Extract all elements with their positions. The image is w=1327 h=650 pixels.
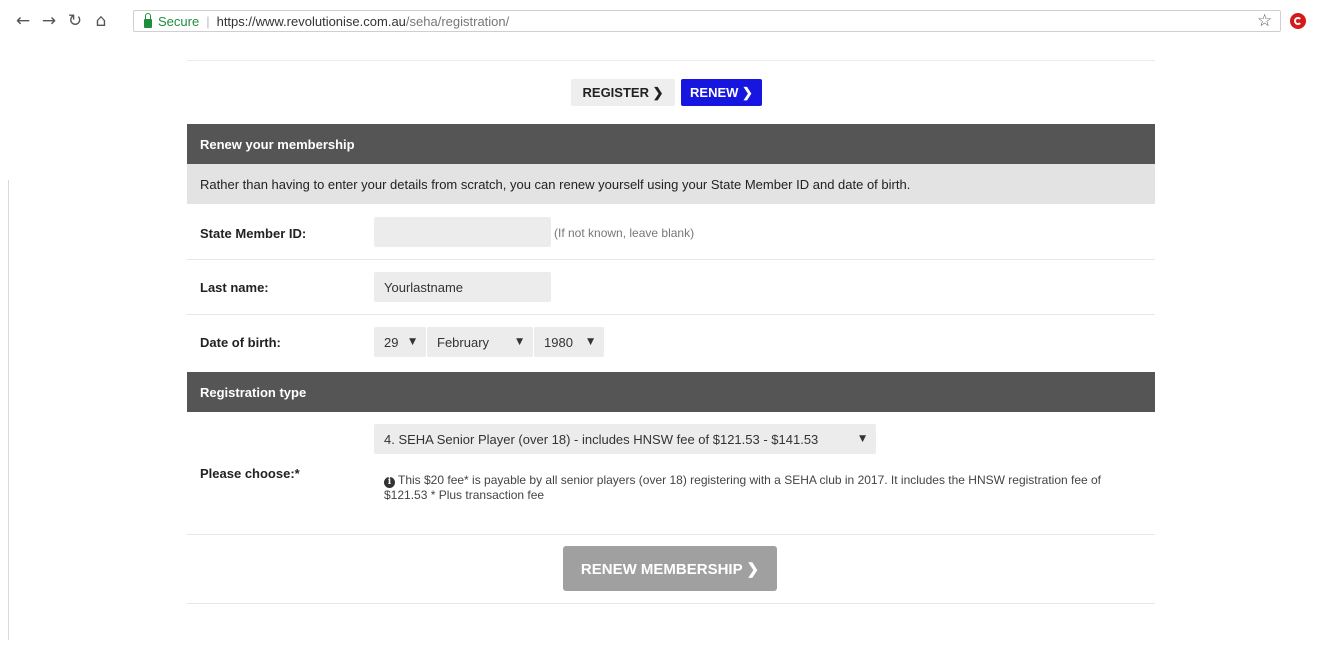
dropdown-arrow-icon: ▼ (409, 337, 416, 347)
dropdown-arrow-icon: ▼ (587, 337, 594, 347)
home-icon[interactable]: ⌂ (90, 10, 112, 32)
extension-icon[interactable] (1290, 13, 1306, 29)
dropdown-arrow-icon: ▼ (859, 434, 866, 444)
renew-section-header: Renew your membership (187, 124, 1155, 164)
register-button[interactable]: REGISTER ❯ (571, 79, 675, 106)
page-left-border (8, 180, 9, 640)
reload-icon[interactable]: ↻ (64, 10, 86, 32)
dob-label: Date of birth: (200, 335, 281, 350)
address-bar[interactable]: Secure | https://www.revolutionise.com.a… (133, 10, 1281, 32)
registration-type-value: 4. SEHA Senior Player (over 18) - includ… (384, 431, 819, 447)
url-separator: | (206, 13, 210, 29)
renew-button[interactable]: RENEW ❯ (681, 79, 762, 106)
dob-year-value: 1980 (544, 334, 573, 350)
secure-label: Secure (158, 13, 200, 29)
forward-icon[interactable]: → (38, 10, 60, 32)
dob-day-select[interactable]: 29 ▼ (374, 327, 426, 357)
url-path: /seha/registration/ (405, 13, 510, 29)
bottom-divider (187, 603, 1155, 604)
top-divider (187, 60, 1155, 61)
dob-day-value: 29 (384, 334, 399, 350)
dob-month-value: February (437, 334, 490, 350)
registration-note: i This $20 fee* is payable by all senior … (384, 473, 1104, 503)
renew-intro-text: Rather than having to enter your details… (187, 164, 1155, 204)
dob-month-select[interactable]: February ▼ (427, 327, 533, 357)
renew-membership-button[interactable]: RENEW MEMBERSHIP ❯ (563, 546, 777, 591)
back-icon[interactable]: ← (12, 10, 34, 32)
row-divider (187, 534, 1155, 535)
dropdown-arrow-icon: ▼ (516, 337, 523, 347)
bookmark-star-icon[interactable]: ☆ (1257, 11, 1272, 31)
please-choose-label: Please choose:* (200, 466, 300, 481)
info-icon: i (384, 477, 395, 488)
registration-note-text: This $20 fee* is payable by all senior p… (384, 473, 1102, 502)
lock-icon (144, 12, 152, 28)
last-name-label: Last name: (200, 280, 269, 295)
browser-toolbar: ← → ↻ ⌂ Secure | https://www.revolutioni… (0, 0, 1327, 42)
last-name-input[interactable]: Yourlastname (374, 272, 551, 302)
url-domain: https://www.revolutionise.com.au (216, 13, 406, 29)
row-divider (187, 314, 1155, 315)
member-id-label: State Member ID: (200, 226, 307, 241)
registration-section-header: Registration type (187, 372, 1155, 412)
registration-type-select[interactable]: 4. SEHA Senior Player (over 18) - includ… (374, 424, 876, 454)
row-divider (187, 259, 1155, 260)
member-id-input[interactable] (374, 217, 551, 247)
dob-year-select[interactable]: 1980 ▼ (534, 327, 604, 357)
member-id-hint: (If not known, leave blank) (554, 226, 695, 240)
